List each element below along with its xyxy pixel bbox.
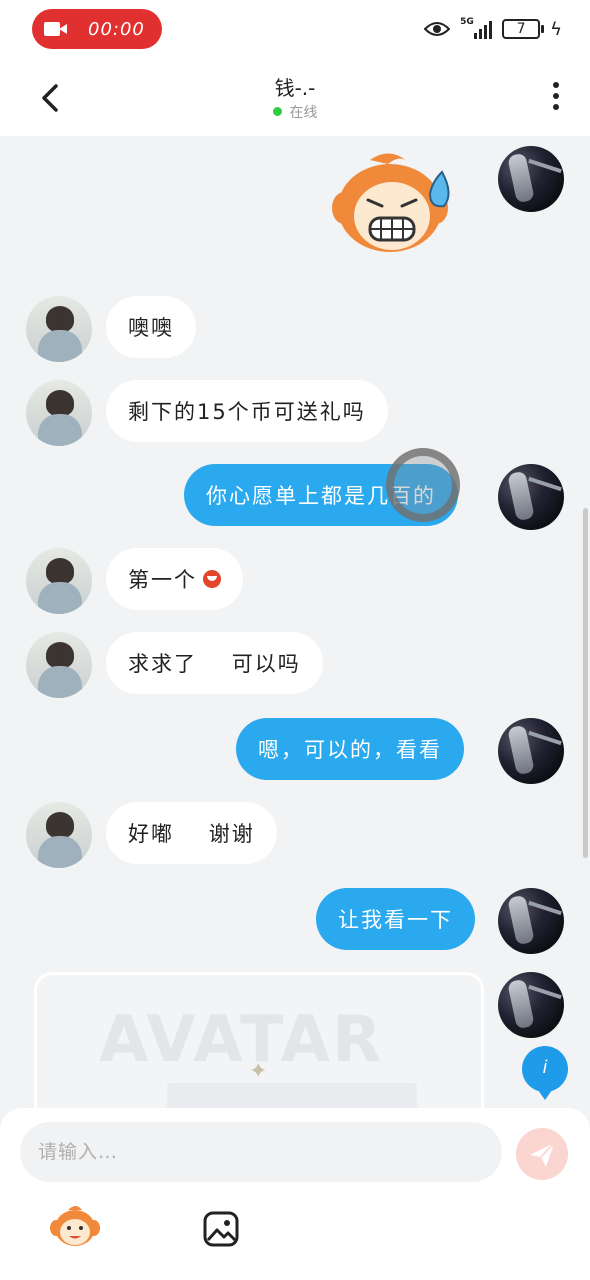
peer-avatar[interactable] (26, 296, 92, 362)
message-bubble-incoming[interactable]: 第一个 (106, 548, 243, 610)
message-text: 让我看一下 (338, 908, 453, 932)
image-picker-icon[interactable] (202, 1210, 240, 1248)
self-avatar[interactable] (498, 146, 564, 212)
sparkle-icon: ✦ (249, 1059, 268, 1084)
battery-icon: 7 (502, 19, 545, 39)
peer-avatar[interactable] (26, 632, 92, 698)
card-watermark: AVATAR (99, 1003, 384, 1077)
self-avatar[interactable] (498, 718, 564, 784)
screen-record-indicator[interactable]: 00:00 (32, 9, 162, 49)
online-status: 在线 (0, 102, 590, 122)
record-timer: 00:00 (88, 18, 145, 40)
message-text: 求求了 可以吗 (128, 652, 301, 676)
info-icon: i (542, 1057, 548, 1078)
message-text: 好嘟 谢谢 (128, 822, 255, 846)
message-text: 嗯，可以的，看看 (258, 738, 442, 762)
message-text: 第一个 (128, 568, 197, 592)
message-input-placeholder: 请输入… (38, 1141, 119, 1163)
message-input[interactable]: 请输入… (20, 1122, 502, 1182)
online-dot-icon (272, 106, 282, 116)
peer-avatar[interactable] (26, 802, 92, 868)
monkey-emoji-icon[interactable] (50, 1204, 100, 1250)
card-subtitle-placeholder (167, 1083, 417, 1108)
message-bubble-outgoing[interactable]: 嗯，可以的，看看 (236, 718, 464, 780)
input-bar: 请输入… (0, 1108, 590, 1280)
message-bubble-outgoing[interactable]: 让我看一下 (316, 888, 475, 950)
message-bubble-incoming[interactable]: 好嘟 谢谢 (106, 802, 277, 864)
video-camera-icon (44, 21, 70, 37)
charging-bolt-icon: ϟ (550, 18, 562, 40)
info-button[interactable]: i (522, 1046, 568, 1100)
online-status-label: 在线 (289, 105, 318, 121)
self-avatar[interactable] (498, 972, 564, 1038)
more-options-icon[interactable] (552, 82, 560, 114)
send-button[interactable] (516, 1128, 568, 1180)
message-list[interactable]: 噢噢 剩下的15个币可送礼吗 你心愿单上都是几百的 第一个 求求了 可以吗 嗯，… (0, 136, 590, 1108)
contact-name: 钱-.- (274, 76, 316, 100)
shared-image-card[interactable]: AVATAR ✦ (34, 972, 484, 1108)
chat-header: 钱-.- 在线 (0, 62, 590, 136)
battery-level: 7 (516, 21, 526, 37)
peer-avatar[interactable] (26, 548, 92, 614)
message-bubble-incoming[interactable]: 噢噢 (106, 296, 196, 358)
self-avatar[interactable] (498, 888, 564, 954)
signal-icon: 5G (460, 17, 493, 39)
message-text: 剩下的15个币可送礼吗 (128, 400, 366, 424)
monkey-sweat-sticker[interactable] (330, 150, 460, 262)
message-text: 噢噢 (128, 316, 174, 340)
status-bar: 00:00 5G 7 ϟ (0, 0, 590, 62)
message-bubble-incoming[interactable]: 求求了 可以吗 (106, 632, 323, 694)
touch-indicator (386, 448, 460, 522)
peer-avatar[interactable] (26, 380, 92, 446)
scrollbar[interactable] (583, 508, 588, 858)
message-bubble-incoming[interactable]: 剩下的15个币可送礼吗 (106, 380, 388, 442)
system-icons: 5G 7 ϟ (424, 15, 562, 43)
emoji-icon (203, 570, 221, 588)
network-type-label: 5G (460, 17, 474, 27)
self-avatar[interactable] (498, 464, 564, 530)
eye-icon (424, 22, 451, 36)
